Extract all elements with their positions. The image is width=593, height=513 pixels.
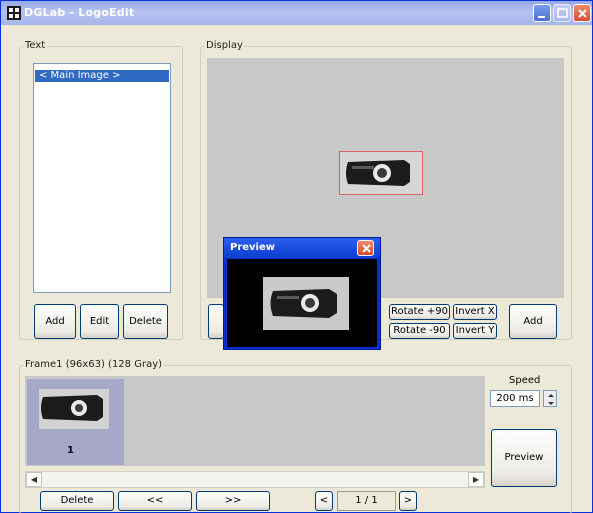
page-next-button[interactable]: > <box>399 491 417 511</box>
frame-next-label: >> <box>224 495 242 506</box>
frame-prev-button[interactable]: << <box>118 491 192 511</box>
display-add-label: Add <box>523 316 543 327</box>
display-add-button[interactable]: Add <box>509 304 557 339</box>
rotate-plus-button[interactable]: Rotate +90 <box>389 304 450 320</box>
preview-image <box>263 277 349 330</box>
minimize-button[interactable] <box>533 4 551 22</box>
spinner-arrows-icon <box>548 394 554 405</box>
page-prev-label: < <box>319 495 329 506</box>
scroll-left-arrow[interactable]: ◀ <box>26 472 42 487</box>
frame-scrollbar[interactable]: ◀ ▶ <box>25 471 485 488</box>
maximize-button[interactable] <box>553 4 571 22</box>
rotate-minus-label: Rotate -90 <box>393 325 446 336</box>
frame-number: 1 <box>67 445 74 456</box>
invert-y-button[interactable]: Invert Y <box>453 323 497 339</box>
display-group-label: Display <box>205 40 244 51</box>
speed-label: Speed <box>509 375 541 386</box>
frame-delete-label: Delete <box>60 495 94 506</box>
invert-x-button[interactable]: Invert X <box>453 304 497 320</box>
close-icon <box>578 9 587 18</box>
display-left-button[interactable] <box>208 304 224 339</box>
text-list[interactable]: < Main Image > <box>33 63 171 293</box>
preview-title-bar[interactable]: Preview <box>224 238 380 258</box>
scroll-right-arrow[interactable]: ▶ <box>468 472 484 487</box>
page-prev-button[interactable]: < <box>315 491 333 511</box>
page-next-label: > <box>403 495 413 506</box>
preview-close-button[interactable] <box>357 240 374 256</box>
speed-input[interactable]: 200 ms <box>490 390 540 407</box>
preview-remote-image <box>263 277 349 330</box>
page-indicator: 1 / 1 <box>337 491 396 511</box>
close-button[interactable] <box>573 4 591 22</box>
window-title: DGLab - LogoEdit <box>24 6 135 19</box>
text-edit-button[interactable]: Edit <box>80 304 119 339</box>
speed-spinner[interactable] <box>543 390 557 407</box>
preview-button[interactable]: Preview <box>491 429 557 487</box>
list-item[interactable]: < Main Image > <box>35 70 169 82</box>
frame-thumbnail[interactable] <box>27 379 124 465</box>
remote-image <box>340 152 422 194</box>
thumbnail-image <box>27 379 124 439</box>
frame-group-label: Frame1 (96x63) (128 Gray) <box>24 359 164 370</box>
text-delete-label: Delete <box>129 316 162 327</box>
text-delete-button[interactable]: Delete <box>123 304 168 339</box>
maximize-icon <box>557 8 568 18</box>
frame-delete-button[interactable]: Delete <box>40 491 114 511</box>
rotate-minus-button[interactable]: Rotate -90 <box>389 323 450 339</box>
app-icon <box>7 6 21 20</box>
text-group-label: Text <box>24 40 47 51</box>
invert-y-label: Invert Y <box>455 325 495 336</box>
title-bar[interactable]: DGLab - LogoEdit <box>1 1 592 25</box>
text-add-label: Add <box>45 316 65 327</box>
minimize-icon <box>538 16 545 18</box>
close-icon <box>362 244 371 253</box>
frame-next-button[interactable]: >> <box>196 491 270 511</box>
preview-canvas <box>227 259 377 347</box>
text-add-button[interactable]: Add <box>34 304 76 339</box>
preview-window[interactable]: Preview <box>223 237 381 350</box>
preview-title: Preview <box>230 242 276 253</box>
preview-button-label: Preview <box>504 452 544 463</box>
rotate-plus-label: Rotate +90 <box>390 306 449 317</box>
invert-x-label: Invert X <box>455 306 495 317</box>
main-window: DGLab - LogoEdit Text < Main Image > Add… <box>0 0 593 513</box>
display-image[interactable] <box>339 151 423 195</box>
text-edit-label: Edit <box>89 316 110 327</box>
frame-prev-label: << <box>146 495 164 506</box>
